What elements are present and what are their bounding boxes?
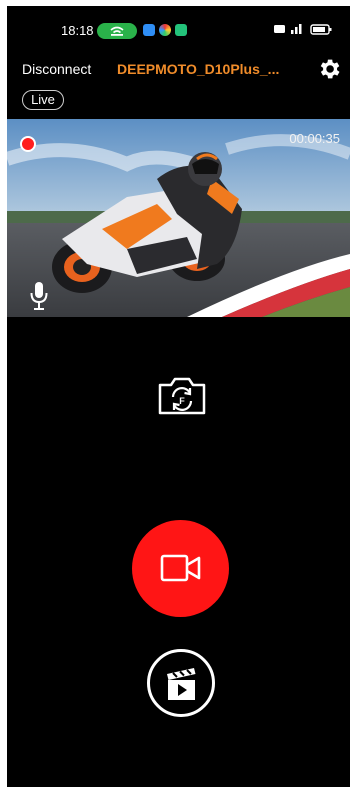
message-notification-icon xyxy=(175,24,187,36)
preview-image xyxy=(7,119,350,317)
status-time: 18:18 xyxy=(61,23,94,38)
video-camera-icon xyxy=(160,554,201,582)
color-app-notification-icon xyxy=(159,24,171,36)
signal-battery-icon xyxy=(274,24,332,35)
video-gallery-button[interactable] xyxy=(147,649,215,717)
camera-preview: 00:00:35 xyxy=(7,119,350,317)
gear-icon[interactable] xyxy=(316,56,342,82)
recording-timer: 00:00:35 xyxy=(289,131,340,146)
hotspot-pill xyxy=(97,23,137,39)
status-bar: 18:18 xyxy=(7,6,350,50)
recording-indicator xyxy=(20,136,36,152)
svg-text:F: F xyxy=(179,396,185,406)
disconnect-button[interactable]: Disconnect xyxy=(22,61,91,77)
app-notification-icon xyxy=(143,24,155,36)
app-screen: 18:18 Disconnect DEEPMOTO_D10Plus_... Li… xyxy=(7,6,350,787)
record-button[interactable] xyxy=(132,520,229,617)
live-mode-badge[interactable]: Live xyxy=(22,90,64,110)
microphone-icon[interactable] xyxy=(29,281,49,311)
wifi-icon xyxy=(110,26,124,36)
camera-switch-icon[interactable]: F xyxy=(157,376,207,416)
video-gallery-icon xyxy=(167,668,196,700)
device-name: DEEPMOTO_D10Plus_... xyxy=(117,61,280,77)
status-right-icons xyxy=(274,22,334,39)
